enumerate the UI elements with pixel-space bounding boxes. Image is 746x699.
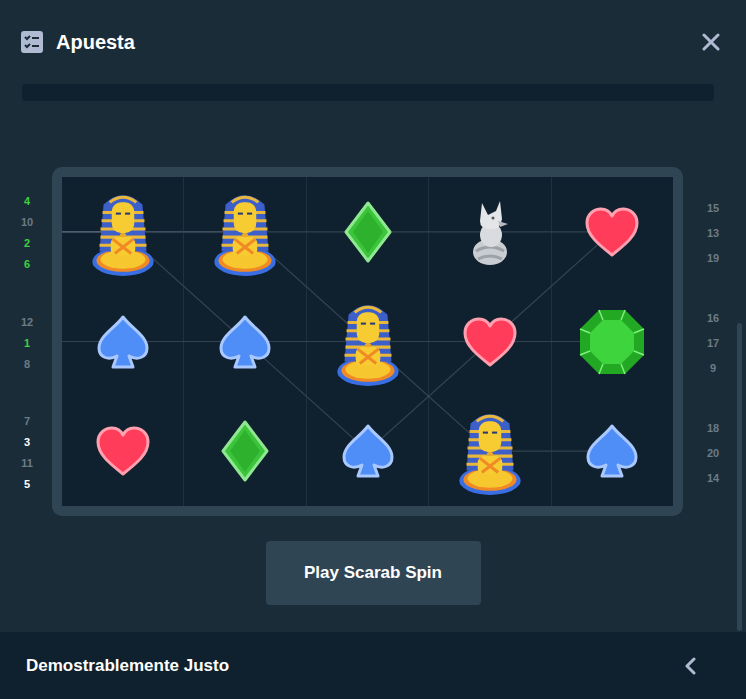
provably-fair-label: Demostrablemente Justo: [26, 656, 229, 676]
slot-game: 4102612187311515131916179182014: [0, 167, 746, 516]
payline-number: 3: [24, 436, 30, 449]
payline-number: 16: [707, 312, 719, 325]
payline-number: 1: [24, 337, 30, 350]
reel-cell: [307, 287, 428, 397]
payline-number: 14: [707, 472, 719, 485]
payline: [62, 232, 612, 451]
pharaoh-icon: [335, 296, 401, 388]
pharaoh-icon: [457, 405, 523, 497]
diamond-icon: [343, 201, 393, 263]
payline-number: 4: [24, 195, 30, 208]
payline: [62, 232, 612, 451]
spade-icon: [340, 423, 396, 479]
spade-icon: [217, 314, 273, 370]
reel: [428, 177, 550, 506]
heart-icon: [584, 206, 640, 258]
gem-icon: [578, 308, 646, 376]
diamond-icon: [220, 420, 270, 482]
reel-cell: [429, 177, 550, 287]
payline-number: 6: [24, 258, 30, 271]
scrollbar[interactable]: [737, 323, 742, 631]
wolf-icon: [470, 197, 510, 267]
payline-number: 2: [24, 237, 30, 250]
reel-cell: [184, 177, 305, 287]
payline-number: 19: [707, 252, 719, 265]
left-payline-labels: 41026121873115: [0, 167, 52, 508]
reel-cell: [552, 177, 673, 287]
payline-number: 18: [707, 422, 719, 435]
reel-cell: [307, 396, 428, 506]
payline-number: 12: [21, 316, 33, 329]
reel-cell: [429, 287, 550, 397]
reel-cell: [62, 287, 183, 397]
pharaoh-icon: [90, 186, 156, 278]
play-button[interactable]: Play Scarab Spin: [266, 541, 481, 605]
reels-frame: [52, 167, 683, 516]
chevron-left-icon[interactable]: [684, 657, 696, 675]
reel: [183, 177, 305, 506]
bet-panel: Apuesta4102612187311515131916179182014Pl…: [0, 0, 746, 699]
close-icon[interactable]: [702, 33, 720, 51]
reel-cell: [62, 177, 183, 287]
payline-number: 13: [707, 227, 719, 240]
payline-number: 11: [21, 457, 33, 470]
reel: [62, 177, 183, 506]
payline-number: 20: [707, 447, 719, 460]
right-payline-labels: 15 13 19 16 17 9 18 20 14: [683, 167, 735, 508]
reel-cell: [62, 396, 183, 506]
track-bar: [22, 84, 714, 101]
payline-number: 7: [24, 415, 30, 428]
checklist-icon: [21, 31, 43, 53]
spade-icon: [584, 423, 640, 479]
pharaoh-icon: [212, 186, 278, 278]
heart-icon: [462, 316, 518, 368]
title: Apuesta: [56, 31, 689, 54]
payline-number: 8: [24, 358, 30, 371]
reel: [306, 177, 428, 506]
heart-icon: [95, 425, 151, 477]
reel-cell: [184, 287, 305, 397]
payline-number: 5: [24, 478, 30, 491]
reel-cell: [552, 287, 673, 397]
payline-number: 17: [707, 337, 719, 350]
reel-cell: [184, 396, 305, 506]
reel-cell: [552, 396, 673, 506]
header: Apuesta: [0, 0, 746, 84]
reel-cell: [429, 396, 550, 506]
payline-number: 9: [710, 362, 716, 375]
reel-cell: [307, 177, 428, 287]
payline-number: 10: [21, 216, 33, 229]
footer[interactable]: Demostrablemente Justo: [0, 632, 746, 699]
spade-icon: [95, 314, 151, 370]
reel: [551, 177, 673, 506]
payline-number: 15: [707, 202, 719, 215]
